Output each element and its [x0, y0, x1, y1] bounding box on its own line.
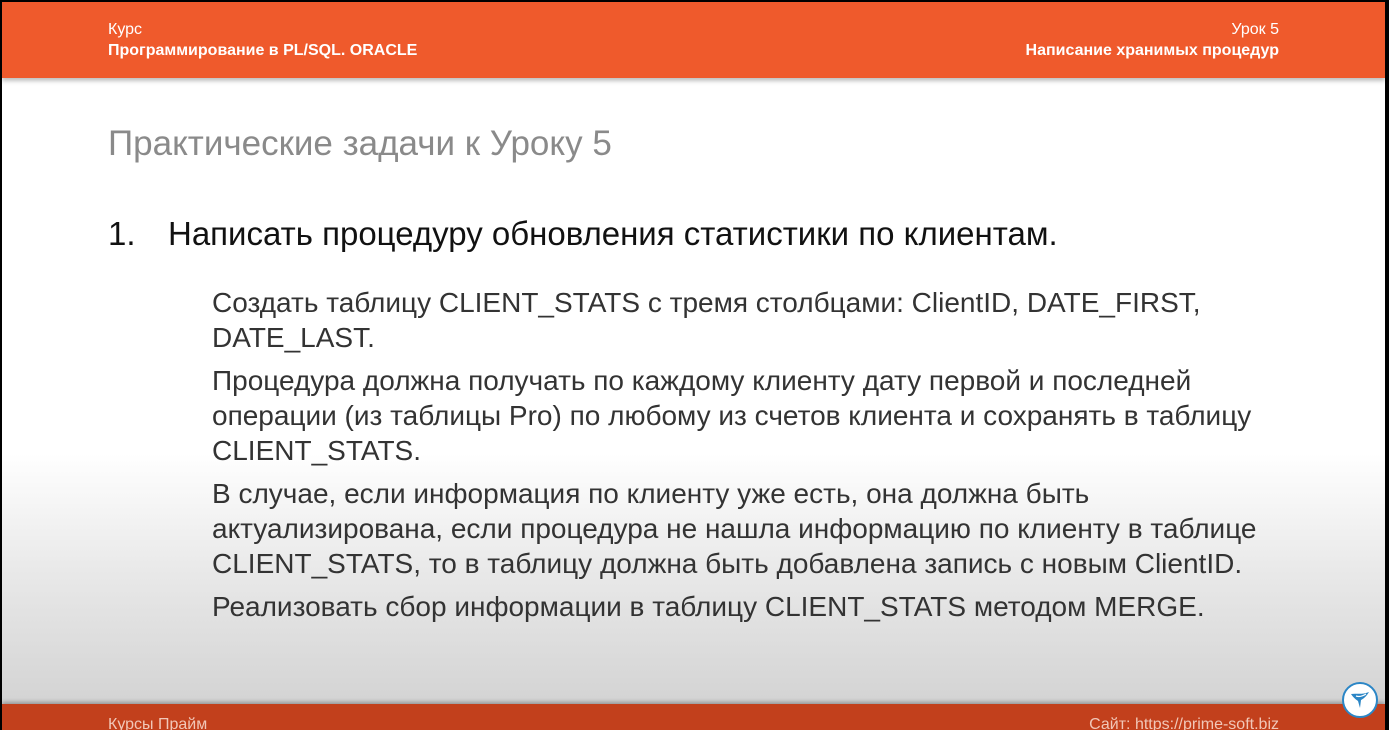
task-description: Создать таблицу CLIENT_STATS с тремя сто… — [212, 285, 1302, 632]
lesson-title: Написание хранимых процедур — [1025, 42, 1279, 59]
lesson-info: Урок 5 Написание хранимых процедур — [1026, 20, 1279, 62]
task-paragraph: В случае, если информация по клиенту уже… — [212, 478, 1257, 579]
task-number: 1. — [108, 215, 136, 252]
task-paragraph: Создать таблицу CLIENT_STATS с тремя сто… — [212, 287, 1201, 353]
slide-header: Курс Программирование в PL/SQL. ORACLE У… — [2, 2, 1385, 78]
slide: Курс Программирование в PL/SQL. ORACLE У… — [2, 2, 1385, 730]
bird-logo-glyph — [1351, 692, 1369, 708]
task-heading: Написать процедуру обновления статистики… — [168, 215, 1058, 252]
footer-brand: Курсы Прайм — [108, 716, 208, 730]
course-title: Программирование в PL/SQL. ORACLE — [108, 42, 418, 59]
slide-title: Практические задачи к Уроку 5 — [108, 124, 612, 163]
course-label: Курс — [108, 21, 143, 38]
slide-footer: Курсы Прайм Сайт: https://prime-soft.biz — [2, 704, 1385, 730]
video-frame: Курс Программирование в PL/SQL. ORACLE У… — [0, 0, 1389, 730]
task-paragraph: Реализовать сбор информации в таблицу CL… — [212, 591, 1205, 622]
course-info: Курс Программирование в PL/SQL. ORACLE — [108, 20, 417, 62]
bird-logo-icon[interactable] — [1342, 682, 1378, 718]
lesson-label: Урок 5 — [1231, 21, 1279, 38]
footer-site: Сайт: https://prime-soft.biz — [1089, 716, 1279, 730]
task-paragraph: Процедура должна получать по каждому кли… — [212, 365, 1252, 466]
